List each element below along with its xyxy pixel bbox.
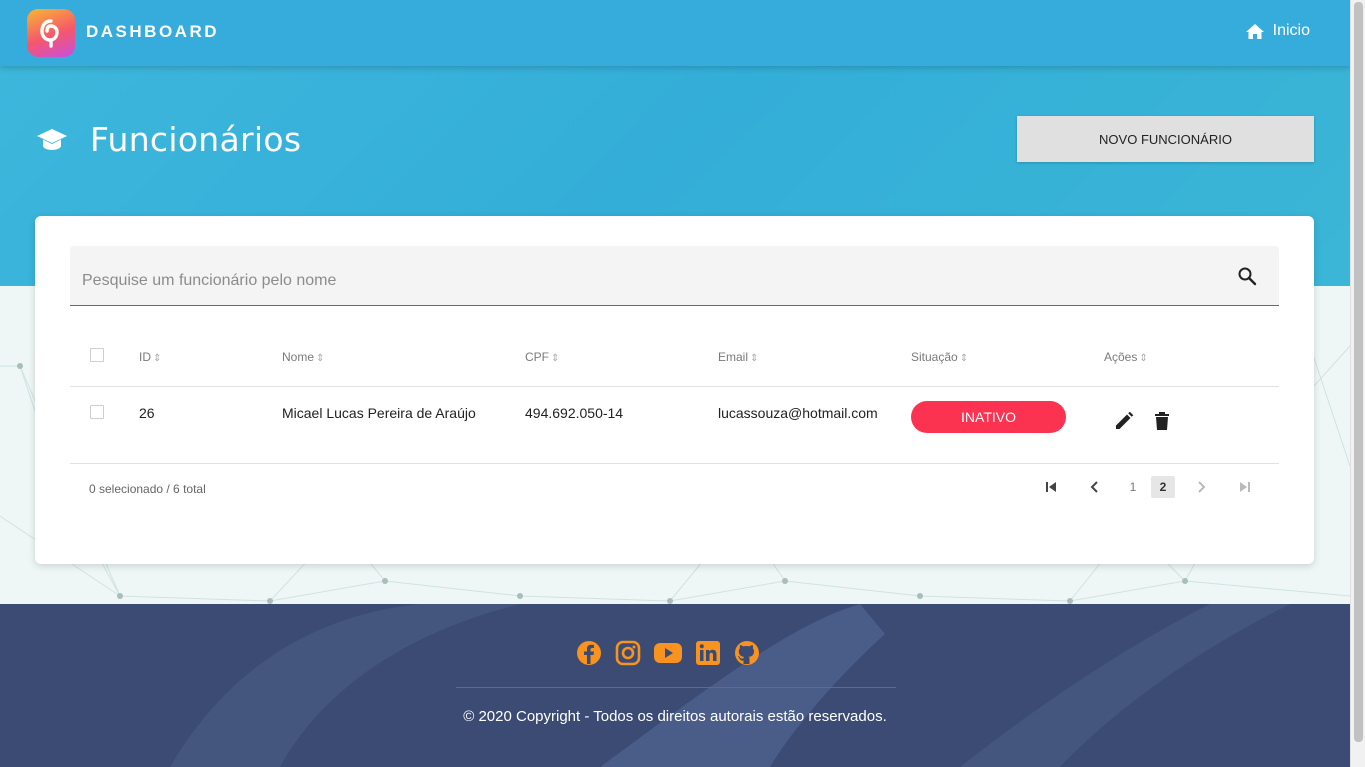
cell-cpf: 494.692.050-14 (525, 386, 718, 464)
copyright-text: © 2020 Copyright - Todos os direitos aut… (463, 708, 887, 725)
graduation-cap-icon (37, 128, 67, 150)
sort-icon: ⇕ (551, 352, 560, 364)
brand-name: DASHBOARD (86, 22, 219, 41)
column-header-nome[interactable]: Nome ⇕ (282, 328, 525, 387)
social-links (576, 640, 760, 666)
cell-nome: Micael Lucas Pereira de Araújo (282, 386, 525, 464)
next-page-icon[interactable] (1189, 476, 1213, 498)
facebook-icon[interactable] (576, 640, 602, 666)
sort-icon: ⇕ (1139, 352, 1148, 364)
column-header-situacao[interactable]: Situação ⇕ (911, 328, 1104, 387)
new-employee-button[interactable]: NOVO FUNCIONÁRIO (1017, 116, 1314, 162)
top-navbar: DASHBOARD Inicio (0, 0, 1350, 66)
page-1-button[interactable]: 1 (1121, 476, 1145, 498)
row-actions (1104, 411, 1279, 434)
sort-icon: ⇕ (153, 352, 162, 364)
select-all-checkbox[interactable] (90, 348, 104, 363)
last-page-icon[interactable] (1233, 476, 1257, 498)
sort-icon: ⇕ (316, 352, 325, 364)
cell-email: lucassouza@hotmail.com (718, 386, 911, 464)
pagination: 1 2 (1039, 476, 1257, 498)
logo-icon (27, 9, 75, 57)
previous-page-icon[interactable] (1083, 476, 1107, 498)
footer-divider (456, 687, 896, 688)
footer-wave-decoration (170, 604, 1290, 767)
employees-table: ID ⇕ Nome ⇕ CPF ⇕ Email ⇕ Situação ⇕ Ações ⇕ 2… (70, 328, 1279, 464)
table-header-row: ID ⇕ Nome ⇕ CPF ⇕ Email ⇕ Situação ⇕ Ações ⇕ (70, 328, 1279, 387)
search-input[interactable] (82, 272, 1202, 290)
row-checkbox[interactable] (90, 404, 104, 419)
column-header-acoes[interactable]: Ações ⇕ (1104, 328, 1279, 387)
selection-summary: 0 selecionado / 6 total (89, 482, 206, 496)
cell-id: 26 (139, 386, 282, 464)
page-2-button[interactable]: 2 (1151, 476, 1175, 498)
column-header-cpf[interactable]: CPF ⇕ (525, 328, 718, 387)
page-scrollbar[interactable] (1350, 0, 1365, 767)
column-header-email[interactable]: Email ⇕ (718, 328, 911, 387)
edit-icon[interactable] (1114, 411, 1134, 434)
nav-home-link[interactable]: Inicio (1245, 22, 1310, 40)
page-heading: Funcionários (36, 120, 301, 159)
page-footer: © 2020 Copyright - Todos os direitos aut… (0, 604, 1350, 767)
sort-icon: ⇕ (750, 352, 759, 364)
youtube-icon[interactable] (654, 640, 682, 666)
employees-card: ID⇕ Nome⇕ CPF⇕ Email⇕ Situação⇕ Ações⇕ 2… (35, 216, 1314, 564)
delete-icon[interactable] (1154, 411, 1170, 434)
scrollbar-thumb[interactable] (1354, 2, 1363, 742)
status-badge: INATIVO (911, 400, 1066, 433)
first-page-icon[interactable] (1039, 476, 1063, 498)
search-icon[interactable] (1237, 266, 1257, 291)
github-icon[interactable] (734, 640, 760, 666)
sort-icon: ⇕ (959, 352, 969, 364)
linkedin-icon[interactable] (695, 640, 721, 666)
search-bar (70, 246, 1279, 306)
column-header-id[interactable]: ID ⇕ (139, 328, 282, 387)
table-row: 26 Micael Lucas Pereira de Araújo 494.69… (70, 386, 1279, 464)
nav-home-label: Inicio (1272, 22, 1310, 39)
page-title: Funcionários (90, 120, 302, 159)
instagram-icon[interactable] (615, 640, 641, 666)
app-logo[interactable] (27, 9, 75, 57)
home-icon (1245, 23, 1264, 39)
